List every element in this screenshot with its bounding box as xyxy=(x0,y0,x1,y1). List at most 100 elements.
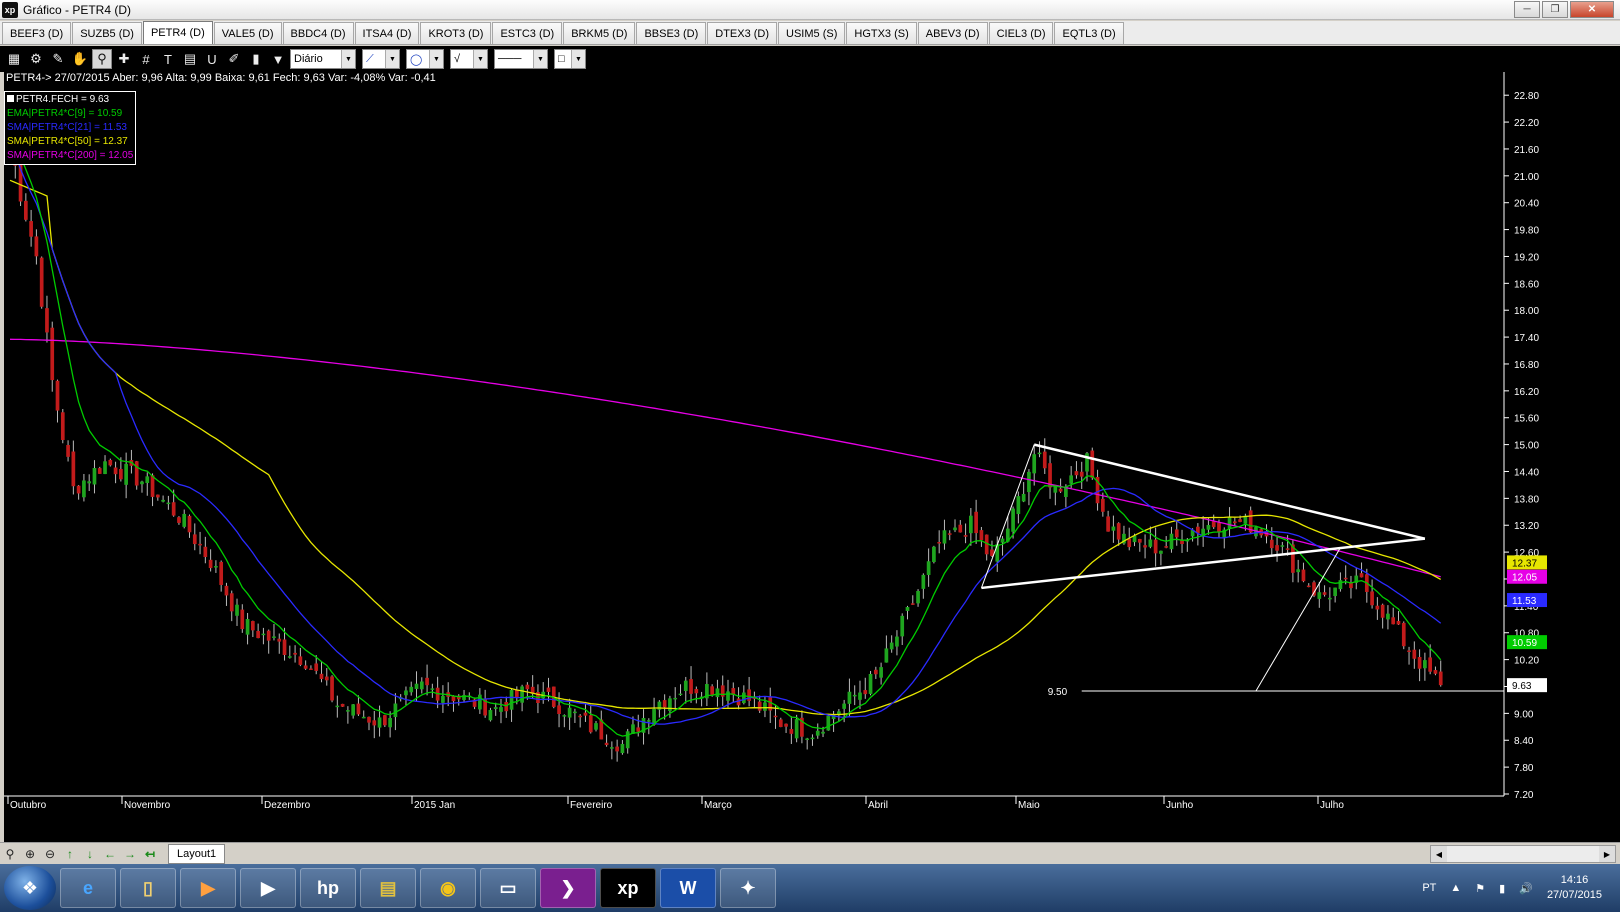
zoom-tool-icon[interactable]: ⚲ xyxy=(92,49,112,69)
tab-beef3[interactable]: BEEF3 (D) xyxy=(2,22,72,44)
filter-icon[interactable]: ▼ xyxy=(268,49,288,69)
flag-icon[interactable]: ⚑ xyxy=(1475,882,1485,895)
calculator-icon[interactable]: ▤ xyxy=(180,49,200,69)
arrow-left-icon[interactable]: ← xyxy=(100,845,120,863)
chart-area[interactable]: 22.80 22.20 21.60 21.00 20.40 19.80 19.20 18.60… xyxy=(0,72,1620,842)
month-label: Março xyxy=(704,800,732,811)
candle-body xyxy=(1016,496,1021,515)
scroll-left-icon[interactable]: ◀ xyxy=(1431,846,1447,862)
pencil-icon[interactable]: ✎ xyxy=(48,49,68,69)
word-icon[interactable]: W xyxy=(660,868,716,908)
period-select[interactable]: Diário ▼ xyxy=(290,49,356,69)
candle-body xyxy=(140,481,144,485)
candle-body xyxy=(1269,539,1274,549)
start-button[interactable]: ❖ xyxy=(4,866,56,910)
archive-icon[interactable]: ▤ xyxy=(360,868,416,908)
tab-itsa4[interactable]: ITSA4 (D) xyxy=(354,22,420,44)
sma21-line xyxy=(9,139,1442,725)
candle-body xyxy=(367,716,371,723)
candle-body xyxy=(546,687,551,692)
tab-krot3[interactable]: KROT3 (D) xyxy=(420,22,492,44)
candle-body xyxy=(1111,526,1116,531)
text-icon[interactable]: T xyxy=(158,49,178,69)
arrow-up-icon[interactable]: ↑ xyxy=(60,845,80,863)
line-tool-select[interactable]: ⟋ ▼ xyxy=(362,49,400,69)
close-button[interactable]: ✕ xyxy=(1570,1,1614,18)
tab-ciel3[interactable]: CIEL3 (D) xyxy=(988,22,1054,44)
indicator-select[interactable]: √ ▼ xyxy=(450,49,488,69)
line-style-select[interactable]: ─── ▼ xyxy=(494,49,548,69)
candle-body xyxy=(921,574,926,589)
candle-body xyxy=(71,451,76,487)
tab-bbse3[interactable]: BBSE3 (D) xyxy=(636,22,707,44)
candle-body xyxy=(1127,538,1132,548)
network-icon[interactable]: ▮ xyxy=(1499,882,1505,895)
tab-usim5[interactable]: USIM5 (S) xyxy=(778,22,846,44)
tab-petr4[interactable]: PETR4 (D) xyxy=(142,21,213,44)
arrow-down-icon[interactable]: ↓ xyxy=(80,845,100,863)
tab-suzb5[interactable]: SUZB5 (D) xyxy=(72,22,142,44)
candle-body xyxy=(55,380,60,411)
candle-body xyxy=(330,676,334,701)
candle-body xyxy=(926,561,931,575)
app-icon[interactable]: ▶ xyxy=(240,868,296,908)
candle-body xyxy=(1217,522,1221,532)
tray-arrow-icon[interactable]: ▲ xyxy=(1450,882,1461,894)
magnet-icon[interactable]: U xyxy=(202,49,222,69)
chart-toolbar: ▦ ⚙ ✎ ✋ ⚲ ✚ # T ▤ U ✐ ▮ ▼ Diário ▼ ⟋ ▼ ◯… xyxy=(0,46,1620,72)
scroll-right-icon[interactable]: ▶ xyxy=(1599,846,1615,862)
clock[interactable]: 14:16 27/07/2015 xyxy=(1547,873,1602,903)
volume-icon[interactable]: 🔊 xyxy=(1519,882,1533,895)
tab-estc3[interactable]: ESTC3 (D) xyxy=(492,22,563,44)
tab-hgtx3[interactable]: HGTX3 (S) xyxy=(846,22,917,44)
lock-icon[interactable]: ▮ xyxy=(246,49,266,69)
arrow-right-icon[interactable]: → xyxy=(120,845,140,863)
candle-body xyxy=(673,697,678,700)
tab-dtex3[interactable]: DTEX3 (D) xyxy=(707,22,778,44)
candle-body xyxy=(45,308,49,333)
arrow-end-icon[interactable]: ↤ xyxy=(140,845,160,863)
hp-icon[interactable]: hp xyxy=(300,868,356,908)
candle-body xyxy=(261,633,266,636)
xp-investimentos-icon[interactable]: xp xyxy=(600,868,656,908)
candle-body xyxy=(842,703,846,709)
color-select[interactable]: □ ▼ xyxy=(554,49,586,69)
circle-tool-select[interactable]: ◯ ▼ xyxy=(406,49,444,69)
chrome-icon[interactable]: ◉ xyxy=(420,868,476,908)
candle-body xyxy=(245,619,250,635)
candle-body xyxy=(910,603,915,605)
zoom-in-icon[interactable]: ⊕ xyxy=(20,845,40,863)
legend-item: SMA|PETR4*C[200] = 12.05 xyxy=(7,150,134,161)
chart-icon[interactable]: ▦ xyxy=(4,49,24,69)
tab-eqtl3[interactable]: EQTL3 (D) xyxy=(1054,22,1124,44)
gear-icon[interactable]: ⚙ xyxy=(26,49,46,69)
horizontal-scrollbar[interactable]: ◀ ▶ xyxy=(1430,845,1616,863)
zoom-out-icon[interactable]: ⊖ xyxy=(40,845,60,863)
tab-bbdc4[interactable]: BBDC4 (D) xyxy=(282,22,354,44)
candle-body xyxy=(995,544,1000,562)
candle-body xyxy=(224,585,229,596)
grid-icon[interactable]: # xyxy=(136,49,156,69)
candle-body xyxy=(499,707,503,712)
ie-icon[interactable]: e xyxy=(60,868,116,908)
tab-brkm5[interactable]: BRKM5 (D) xyxy=(563,22,636,44)
brush-icon[interactable]: ✐ xyxy=(224,49,244,69)
candle-body xyxy=(155,494,160,498)
media-player-icon[interactable]: ▶ xyxy=(180,868,236,908)
paint-icon[interactable]: ✦ xyxy=(720,868,776,908)
tab-abev3[interactable]: ABEV3 (D) xyxy=(917,22,988,44)
maximize-button[interactable]: ❐ xyxy=(1542,1,1568,18)
tab-vale5[interactable]: VALE5 (D) xyxy=(213,22,282,44)
hand-icon[interactable]: ✋ xyxy=(70,49,90,69)
arrow-app-icon[interactable]: ❯ xyxy=(540,868,596,908)
candle-body xyxy=(182,513,187,527)
monitor-icon[interactable]: ▭ xyxy=(480,868,536,908)
crosshair-icon[interactable]: ✚ xyxy=(114,49,134,69)
minimize-button[interactable]: ─ xyxy=(1514,1,1540,18)
zoom-icon[interactable]: ⚲ xyxy=(0,845,20,863)
folder-icon[interactable]: ▯ xyxy=(120,868,176,908)
price-chart[interactable]: 22.80 22.20 21.60 21.00 20.40 19.80 19.20 18.60… xyxy=(4,72,1620,842)
language-indicator[interactable]: PT xyxy=(1422,882,1436,894)
layout-tab[interactable]: Layout1 xyxy=(168,843,226,864)
chevron-down-icon: ▼ xyxy=(533,50,547,68)
